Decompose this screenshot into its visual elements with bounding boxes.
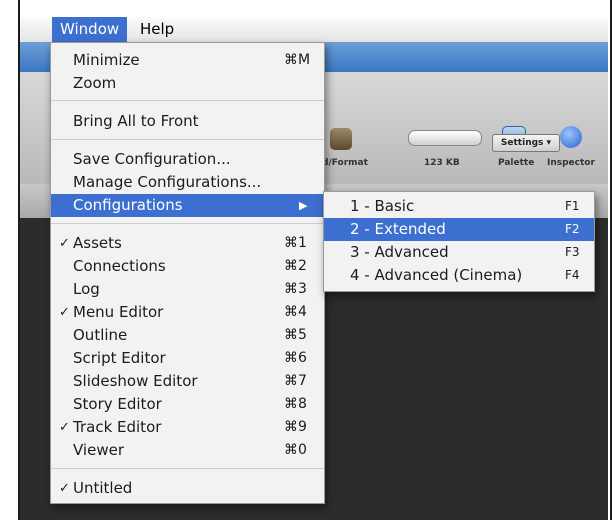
check-icon: ✓ bbox=[59, 481, 70, 496]
menubar-window[interactable]: Window bbox=[52, 17, 128, 42]
menu-item-shortcut: ⌘4 bbox=[284, 304, 307, 320]
menu-item-assets[interactable]: ✓ Assets ⌘1 bbox=[51, 232, 324, 255]
menu-item-label: Assets bbox=[73, 234, 122, 252]
submenu-item-shortcut: F1 bbox=[565, 199, 580, 213]
settings-button[interactable]: Settings ▾ bbox=[492, 134, 560, 152]
menu-item-shortcut: ⌘0 bbox=[284, 442, 307, 458]
menu-item-label: Save Configuration... bbox=[73, 150, 231, 168]
menubar-help[interactable]: Help bbox=[132, 17, 182, 42]
menu-item-shortcut: ⌘9 bbox=[284, 419, 307, 435]
menu-item-label: Outline bbox=[73, 326, 128, 344]
menubar: Window Help bbox=[20, 17, 608, 43]
window-menu: Minimize ⌘M Zoom Bring All to Front Save… bbox=[50, 42, 325, 504]
submenu-item-label: 4 - Advanced (Cinema) bbox=[350, 266, 523, 284]
menu-item-shortcut: ⌘5 bbox=[284, 327, 307, 343]
menu-item-script-editor[interactable]: Script Editor ⌘6 bbox=[51, 347, 324, 370]
menu-item-label: Minimize bbox=[73, 51, 140, 69]
size-label: 123 KB bbox=[424, 158, 460, 168]
submenu-item-label: 2 - Extended bbox=[350, 220, 446, 238]
menu-item-viewer[interactable]: Viewer ⌘0 bbox=[51, 439, 324, 462]
palette-label: Palette bbox=[498, 158, 535, 168]
menu-item-track-editor[interactable]: ✓ Track Editor ⌘9 bbox=[51, 416, 324, 439]
submenu-item-label: 3 - Advanced bbox=[350, 243, 449, 261]
menu-separator bbox=[51, 100, 324, 101]
menu-item-save-configuration[interactable]: Save Configuration... bbox=[51, 148, 324, 171]
inspector-icon[interactable] bbox=[560, 126, 582, 148]
submenu-item-extended[interactable]: 2 - Extended F2 bbox=[324, 218, 594, 241]
menu-item-label: Story Editor bbox=[73, 395, 162, 413]
menu-item-manage-configurations[interactable]: Manage Configurations... bbox=[51, 171, 324, 194]
menu-item-shortcut: ⌘2 bbox=[284, 258, 307, 274]
menu-item-label: Untitled bbox=[73, 479, 133, 497]
size-meter bbox=[408, 130, 482, 146]
format-label: d/Format bbox=[322, 158, 368, 168]
menu-item-shortcut: ⌘8 bbox=[284, 396, 307, 412]
menu-item-slideshow-editor[interactable]: Slideshow Editor ⌘7 bbox=[51, 370, 324, 393]
menu-item-connections[interactable]: Connections ⌘2 bbox=[51, 255, 324, 278]
menu-item-shortcut: ⌘M bbox=[284, 52, 311, 68]
menu-item-label: Zoom bbox=[73, 74, 117, 92]
menu-item-shortcut: ⌘3 bbox=[284, 281, 307, 297]
menu-item-zoom[interactable]: Zoom bbox=[51, 72, 324, 95]
menu-item-label: Script Editor bbox=[73, 349, 166, 367]
menu-item-configurations[interactable]: Configurations ▶ bbox=[51, 194, 324, 217]
menu-item-label: Bring All to Front bbox=[73, 112, 199, 130]
menu-item-label: Configurations bbox=[73, 196, 183, 214]
menu-item-label: Log bbox=[73, 280, 100, 298]
menu-item-label: Menu Editor bbox=[73, 303, 164, 321]
menu-separator bbox=[51, 468, 324, 469]
submenu-item-advanced[interactable]: 3 - Advanced F3 bbox=[324, 241, 594, 264]
format-icon[interactable] bbox=[330, 128, 352, 150]
menu-item-log[interactable]: Log ⌘3 bbox=[51, 278, 324, 301]
check-icon: ✓ bbox=[59, 236, 70, 251]
menu-item-label: Track Editor bbox=[73, 418, 162, 436]
menu-item-label: Connections bbox=[73, 257, 166, 275]
menu-item-shortcut: ⌘7 bbox=[284, 373, 307, 389]
submenu-item-basic[interactable]: 1 - Basic F1 bbox=[324, 195, 594, 218]
submenu-item-advanced-cinema[interactable]: 4 - Advanced (Cinema) F4 bbox=[324, 264, 594, 287]
submenu-arrow-icon: ▶ bbox=[299, 199, 308, 212]
menu-item-label: Viewer bbox=[73, 441, 124, 459]
menu-item-label: Slideshow Editor bbox=[73, 372, 198, 390]
menu-item-menu-editor[interactable]: ✓ Menu Editor ⌘4 bbox=[51, 301, 324, 324]
menu-separator bbox=[51, 223, 324, 224]
menu-separator bbox=[51, 139, 324, 140]
menu-item-label: Manage Configurations... bbox=[73, 173, 262, 191]
menu-item-shortcut: ⌘1 bbox=[284, 235, 307, 251]
menu-item-untitled[interactable]: ✓ Untitled bbox=[51, 477, 324, 500]
menu-item-bring-all-to-front[interactable]: Bring All to Front bbox=[51, 110, 324, 133]
configurations-submenu: 1 - Basic F1 2 - Extended F2 3 - Advance… bbox=[323, 191, 595, 292]
menu-item-minimize[interactable]: Minimize ⌘M bbox=[51, 49, 324, 72]
submenu-item-shortcut: F3 bbox=[565, 245, 580, 259]
submenu-item-shortcut: F2 bbox=[565, 222, 580, 236]
inspector-label: Inspector bbox=[547, 158, 595, 168]
submenu-item-label: 1 - Basic bbox=[350, 197, 415, 215]
submenu-item-shortcut: F4 bbox=[565, 268, 580, 282]
menu-item-outline[interactable]: Outline ⌘5 bbox=[51, 324, 324, 347]
check-icon: ✓ bbox=[59, 420, 70, 435]
menu-item-shortcut: ⌘6 bbox=[284, 350, 307, 366]
menu-item-story-editor[interactable]: Story Editor ⌘8 bbox=[51, 393, 324, 416]
check-icon: ✓ bbox=[59, 305, 70, 320]
